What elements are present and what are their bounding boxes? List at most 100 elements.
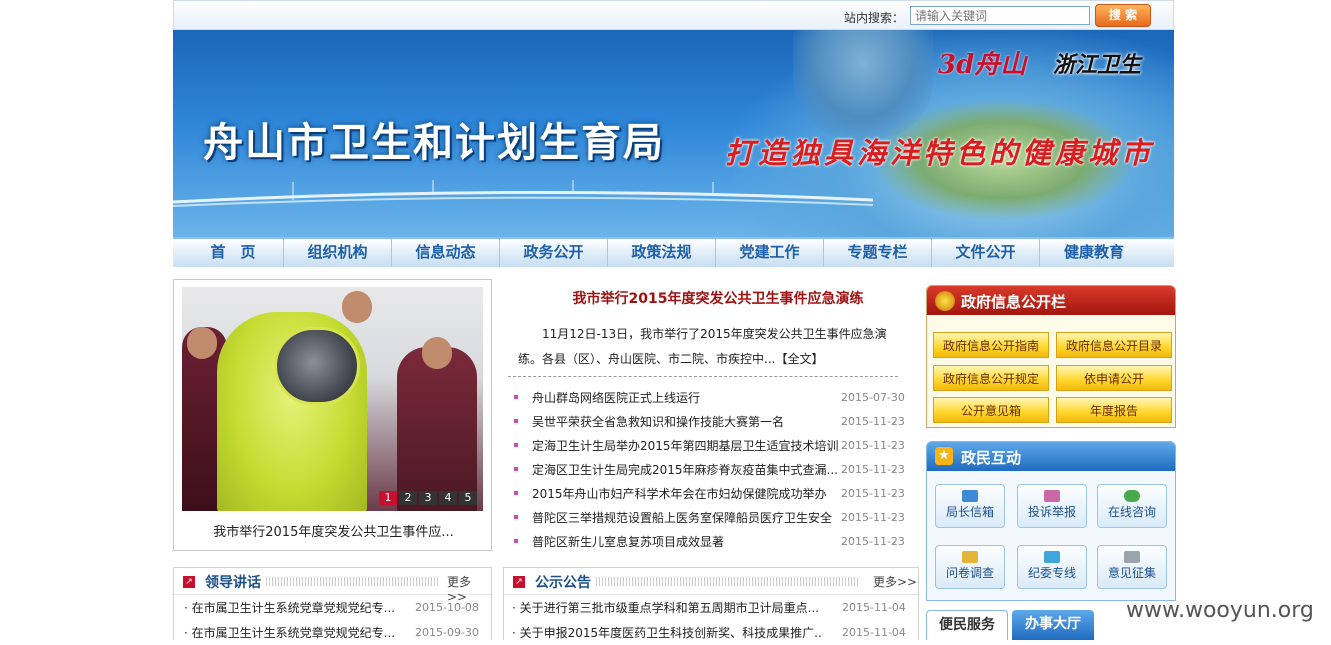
search-button[interactable]: 搜 索 [1095,4,1151,27]
news-title[interactable]: 吴世平荣获全省急救知识和操作技能大赛第一名 [532,410,842,434]
report-icon [1044,490,1060,502]
news-row: 2015年舟山市妇产科学术年会在市妇幼保健院成功举办 2015-11-23 [508,482,905,506]
notice-more-link[interactable]: 更多>> [873,573,917,590]
user-icon [1124,490,1140,502]
nav-item-policies[interactable]: 政策法规 [608,239,716,267]
notice-item-title[interactable]: · 关于申报2015年度医药卫生科技创新奖、科技成果推广... [512,621,822,645]
news-row: 普陀区三举措规范设置船上医务室保障船员医疗卫生安全 2015-11-23 [508,506,905,530]
leader-item-date: 2015-10-08 [415,601,479,614]
online-consult-button[interactable]: 在线咨询 [1097,484,1167,528]
discipline-hotline-button[interactable]: 纪委专线 [1017,545,1087,589]
site-slogan: 打造独具海洋特色的健康城市 [725,136,1155,170]
discipline-hotline-label: 纪委专线 [1027,566,1076,580]
director-mailbox-button[interactable]: 局长信箱 [935,484,1005,528]
photo-person [397,347,477,511]
opinion-collection-button[interactable]: 意见征集 [1097,545,1167,589]
news-row: 普陀区新生儿室息复苏项目成效显著 2015-11-23 [508,530,905,554]
leader-item-title[interactable]: · 在市属卫生计生系统党章党规党纪专... [184,621,404,645]
opinion-collection-label: 意见征集 [1107,566,1156,580]
photo-person-head [342,291,372,323]
leader-item-title[interactable]: · 在市属卫生计生系统党章党规党纪专... [184,596,404,620]
comment-icon [1124,551,1140,563]
director-mailbox-label: 局长信箱 [945,505,994,519]
bullet-icon [514,515,518,519]
complaint-report-button[interactable]: 投诉举报 [1017,484,1087,528]
gov-annual-report-button[interactable]: 年度报告 [1056,397,1172,423]
read-more-link[interactable]: 【全文】 [775,352,823,366]
survey-label: 问卷调查 [945,566,994,580]
slide-page-1[interactable]: 1 [379,491,397,505]
list-item: · 关于进行第三批市级重点学科和第五周期市卫计局重点... 2015-11-04 [512,596,926,620]
news-date: 2015-11-23 [841,415,905,428]
notice-item-title[interactable]: · 关于进行第三批市级重点学科和第五周期市卫计局重点... [512,596,822,620]
bullet-icon [514,467,518,471]
news-date: 2015-11-23 [841,439,905,452]
site-title: 舟山市卫生和计划生育局 [203,119,665,166]
leader-item-date: 2015-09-30 [415,626,479,639]
page: 站内搜索： 搜 索 舟山市卫生和计划生育局 打造独具海洋特色的健康城市 3d舟山… [173,0,1176,640]
slide-caption[interactable]: 我市举行2015年度突发公共卫生事件应... [174,521,493,540]
bullet-icon [514,395,518,399]
slide-page-3[interactable]: 3 [419,491,437,505]
news-row: 舟山群岛网络医院正式上线运行 2015-07-30 [508,386,905,410]
survey-button[interactable]: 问卷调查 [935,545,1005,589]
slide-page-5[interactable]: 5 [459,491,477,505]
news-title[interactable]: 普陀区新生儿室息复苏项目成效显著 [532,530,842,554]
public-interaction-panel: ★ 政民互动 局长信箱 投诉举报 在线咨询 问卷调查 纪委专线 意见征集 [926,441,1176,601]
news-title[interactable]: 定海区卫生计生局完成2015年麻疹脊灰疫苗集中式查漏... [532,458,842,482]
news-title[interactable]: 舟山群岛网络医院正式上线运行 [532,386,842,410]
gov-request-button[interactable]: 依申请公开 [1056,365,1172,391]
divider [508,376,898,377]
public-notices-header: ↗ 公示公告 更多>> [504,568,918,595]
nav-item-special-topics[interactable]: 专题专栏 [824,239,932,267]
news-date: 2015-11-23 [841,463,905,476]
public-interaction-title: 政民互动 [961,449,1022,467]
news-row: 定海卫生计生局举办2015年第四期基层卫生适宜技术培训 2015-11-23 [508,434,905,458]
headline-summary: 11月12日-13日，我市举行了2015年度突发公共卫生事件应急演练。各县（区）… [518,322,890,372]
main-nav: 首 页 组织机构 信息动态 政务公开 政策法规 党建工作 专题专栏 文件公开 健… [173,237,1174,267]
gov-info-panel: 政府信息公开栏 政府信息公开指南 政府信息公开目录 政府信息公开规定 依申请公开… [926,285,1176,428]
photo-slideshow: 1 2 3 4 5 我市举行2015年度突发公共卫生事件应... [173,279,492,551]
slide-page-2[interactable]: 2 [399,491,417,505]
tab-convenience-services[interactable]: 便民服务 [926,610,1008,640]
search-input[interactable] [910,6,1090,25]
news-title[interactable]: 定海卫生计生局举办2015年第四期基层卫生适宜技术培训 [532,434,842,458]
headline-title[interactable]: 我市举行2015年度突发公共卫生事件应急演练 [518,288,918,308]
online-consult-label: 在线咨询 [1107,505,1156,519]
public-notices-title: 公示公告 [535,575,591,591]
slide-photo[interactable]: 1 2 3 4 5 [182,287,483,511]
nav-item-government-affairs[interactable]: 政务公开 [500,239,608,267]
photo-hazmat-visor [274,327,360,405]
search-label: 站内搜索： [844,11,905,25]
headline-summary-text: 11月12日-13日，我市举行了2015年度突发公共卫生事件应急演练。各县（区）… [518,327,887,366]
list-item: · 在市属卫生计生系统党章党规党纪专... 2015-09-30 [184,621,501,645]
gov-guide-button[interactable]: 政府信息公开指南 [933,332,1049,358]
notice-item-date: 2015-11-04 [842,601,906,614]
public-interaction-header: ★ 政民互动 [927,442,1175,471]
nav-item-home[interactable]: 首 页 [173,239,284,267]
gov-info-title: 政府信息公开栏 [961,293,1067,311]
gov-catalog-button[interactable]: 政府信息公开目录 [1056,332,1172,358]
nav-item-organization[interactable]: 组织机构 [284,239,392,267]
photo-person-head [187,327,217,359]
gov-rules-button[interactable]: 政府信息公开规定 [933,365,1049,391]
slide-page-4[interactable]: 4 [439,491,457,505]
zhoushan-logo: 3d舟山 [938,50,1027,80]
header-stripe [596,577,858,586]
survey-icon [962,551,978,563]
bullet-icon [514,419,518,423]
banner-doctor-image [793,30,933,140]
news-date: 2015-11-23 [841,487,905,500]
national-emblem-icon [935,291,955,311]
news-title[interactable]: 2015年舟山市妇产科学术年会在市妇幼保健院成功举办 [532,482,842,506]
nav-item-news[interactable]: 信息动态 [392,239,500,267]
tab-service-hall[interactable]: 办事大厅 [1012,610,1094,640]
header-stripe [266,577,438,586]
nav-item-health-education[interactable]: 健康教育 [1040,239,1148,267]
news-title[interactable]: 普陀区三举措规范设置船上医务室保障船员医疗卫生安全 [532,506,842,530]
gov-feedback-button[interactable]: 公开意见箱 [933,397,1049,423]
gov-info-header: 政府信息公开栏 [927,286,1175,315]
nav-item-party-building[interactable]: 党建工作 [716,239,824,267]
bullet-icon [514,539,518,543]
nav-item-documents[interactable]: 文件公开 [932,239,1040,267]
